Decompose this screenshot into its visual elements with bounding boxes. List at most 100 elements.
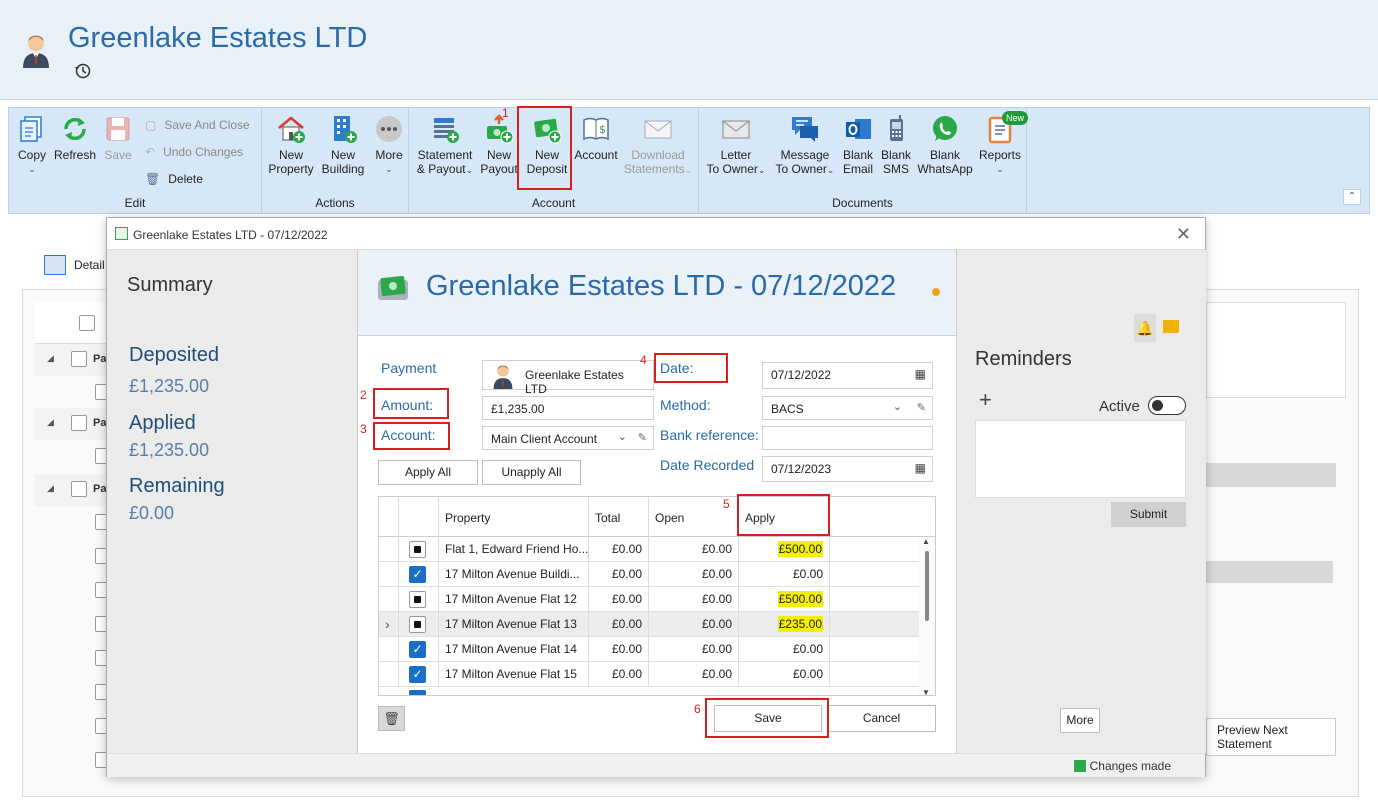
row-checkbox[interactable]: ✓	[409, 641, 426, 658]
new-building-button[interactable]: New Building	[318, 114, 368, 176]
calendar-icon[interactable]: ▦	[915, 367, 926, 381]
bg-grey-bar	[1206, 561, 1333, 583]
total-cell-text: £0.00	[611, 542, 642, 556]
row-checkbox[interactable]	[409, 616, 426, 633]
bank-reference-field[interactable]	[762, 426, 933, 450]
row-checkbox[interactable]: ✓	[409, 566, 426, 583]
scroll-down-icon[interactable]: ▼	[922, 688, 930, 695]
open-cell: £0.00	[649, 612, 739, 637]
apply-cell[interactable]: £0.00	[739, 562, 830, 587]
ribbon-group-actions: New Property New Building More ⌄ Actions	[262, 108, 409, 213]
cancel-button[interactable]: Cancel	[827, 705, 936, 732]
message-to-owner-button[interactable]: Message To Owner⌄	[773, 114, 837, 177]
bell-icon[interactable]: 🔔	[1134, 314, 1156, 342]
app-header: Greenlake Estates LTD	[0, 0, 1378, 100]
account-button[interactable]: $ Account	[573, 114, 619, 162]
apply-cell[interactable]: £235.00	[739, 612, 830, 637]
row-expander[interactable]	[379, 637, 399, 662]
total-cell: £0.00	[589, 562, 649, 587]
row-expander[interactable]	[379, 587, 399, 612]
download-statements-button[interactable]: Download Statements⌄	[621, 114, 695, 177]
amount-field[interactable]: £1,235.00	[482, 396, 654, 420]
more-button[interactable]: More	[1060, 708, 1100, 733]
row-checkbox[interactable]	[409, 541, 426, 558]
account-select[interactable]: Main Client Account ⌄ ✎	[482, 426, 654, 450]
edit-pencil-icon[interactable]: ✎	[917, 401, 926, 414]
chevron-down-icon: ⌄	[892, 401, 902, 413]
annotation-number: 3	[360, 422, 367, 436]
new-property-button[interactable]: New Property	[266, 114, 316, 176]
apply-cell[interactable]: £500.00	[739, 587, 830, 612]
active-toggle[interactable]	[1148, 396, 1186, 415]
column-header-total[interactable]: Total	[589, 497, 649, 537]
grid-scrollbar[interactable]: ▲ ▼	[919, 537, 935, 695]
trash-icon[interactable]: 🗑	[378, 706, 405, 731]
save-and-close-button[interactable]: ▢ Save And Close	[145, 118, 250, 132]
unapply-all-button[interactable]: Unapply All	[482, 460, 581, 485]
scroll-up-icon[interactable]: ▲	[922, 537, 930, 546]
apply-cell-text: £500.00	[777, 591, 823, 607]
date-field[interactable]: 07/12/2022 ▦	[762, 362, 933, 389]
blank-email-button[interactable]: Blank Email	[841, 114, 875, 176]
submit-button[interactable]: Submit	[1111, 502, 1186, 527]
folder-icon[interactable]	[1163, 320, 1179, 333]
row-expander[interactable]	[379, 537, 399, 562]
apply-cell[interactable]: £0.00	[739, 637, 830, 662]
scrollbar-thumb[interactable]	[925, 551, 929, 621]
refresh-button[interactable]: Refresh	[53, 114, 97, 162]
row-checkbox[interactable]: ✓	[409, 666, 426, 683]
summary-panel: Summary Deposited £1,235.00 Applied £1,2…	[107, 250, 357, 753]
open-cell: £0.00	[649, 587, 739, 612]
message-icon	[790, 114, 820, 144]
close-icon[interactable]: ✕	[1176, 224, 1191, 245]
remaining-label: Remaining	[129, 475, 225, 497]
row-select-cell	[399, 537, 439, 562]
collapse-ribbon-button[interactable]: ⌃	[1343, 189, 1361, 205]
chevron-down-icon: ⌄	[28, 164, 36, 174]
select-all-checkbox[interactable]	[79, 315, 95, 331]
new-payout-button[interactable]: New Payout	[479, 114, 519, 176]
deposited-value: £1,235.00	[129, 376, 210, 396]
letter-to-owner-button[interactable]: Letter To Owner⌄	[703, 114, 769, 177]
preview-next-statement-button[interactable]: Preview Next Statement	[1206, 718, 1336, 756]
row-expander[interactable]	[379, 662, 399, 687]
table-row[interactable]: ✓ 17 Milton Avenue Flat 14 £0.00 £0.00 £0.00	[379, 637, 919, 662]
dialog-window-title: Greenlake Estates LTD - 07/12/2022	[133, 228, 328, 242]
annotation-number: 4	[640, 353, 647, 367]
apply-all-button[interactable]: Apply All	[378, 460, 478, 485]
table-row[interactable]: › 17 Milton Avenue Flat 13 £0.00 £0.00 £235.…	[379, 612, 919, 637]
more-actions-button[interactable]: More ⌄	[370, 114, 408, 176]
applied-label: Applied	[129, 412, 196, 434]
ribbon-group-label-account: Account	[531, 196, 576, 210]
deposited-label: Deposited	[129, 344, 220, 366]
row-checkbox[interactable]	[409, 591, 426, 608]
date-recorded-field[interactable]: 07/12/2023 ▦	[762, 456, 933, 482]
table-row[interactable]: ✓ 17 Milton Avenue Flat 15 £0.00 £0.00 £0.00	[379, 662, 919, 687]
total-cell-text: £0.00	[611, 642, 642, 656]
table-row[interactable]: Flat 1, Edward Friend Ho... £0.00 £0.00 £50…	[379, 537, 919, 562]
delete-button[interactable]: 🗑 Delete	[145, 172, 203, 186]
blank-whatsapp-button[interactable]: Blank WhatsApp	[917, 114, 973, 176]
details-tab[interactable]: Detail	[44, 255, 105, 275]
column-header-property[interactable]: Property	[439, 497, 589, 537]
row-checkbox[interactable]	[409, 690, 426, 695]
history-icon[interactable]	[74, 62, 92, 80]
undo-changes-button[interactable]: ↶ Undo Changes	[145, 145, 243, 159]
blank-sms-button[interactable]: Blank SMS	[879, 114, 913, 176]
statement-payout-button[interactable]: Statement & Payout⌄	[415, 114, 475, 177]
add-reminder-icon[interactable]: +	[979, 389, 992, 411]
apply-cell[interactable]: £500.00	[739, 537, 830, 562]
row-expander[interactable]: ›	[379, 612, 399, 637]
save-ribbon-button[interactable]: Save	[101, 114, 135, 162]
copy-button[interactable]: Copy ⌄	[15, 114, 49, 176]
method-select[interactable]: BACS ⌄ ✎	[762, 396, 933, 420]
calendar-icon[interactable]: ▦	[915, 461, 926, 475]
row-expander[interactable]	[379, 562, 399, 587]
table-row[interactable]: ✓ 17 Milton Avenue Buildi... £0.00 £0.00 £0.…	[379, 562, 919, 587]
reminder-text-input[interactable]	[975, 420, 1186, 498]
reminders-heading: Reminders	[975, 348, 1072, 370]
apply-cell[interactable]: £0.00	[739, 662, 830, 687]
edit-pencil-icon[interactable]: ✎	[638, 431, 647, 444]
table-row[interactable]: 17 Milton Avenue Flat 12 £0.00 £0.00 £500.0…	[379, 587, 919, 612]
payment-payee-field[interactable]: Greenlake Estates LTD	[482, 360, 654, 396]
